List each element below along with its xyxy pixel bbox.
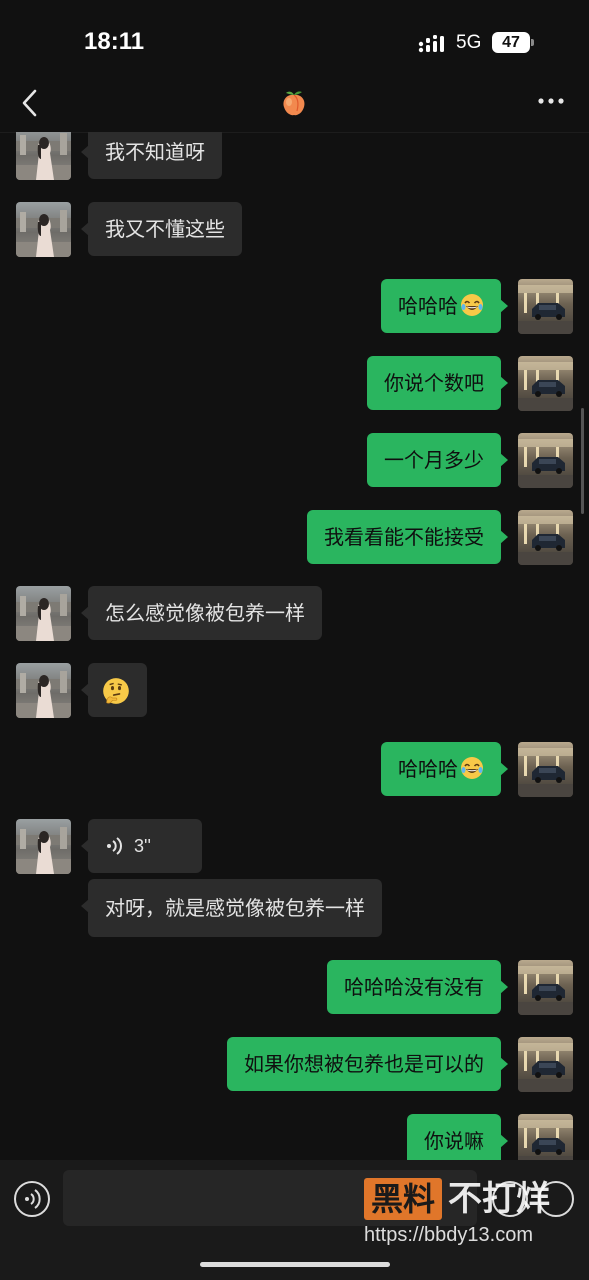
message-bubble[interactable]: 我看看能不能接受 bbox=[307, 510, 508, 564]
message-bubble[interactable]: 一个月多少 bbox=[367, 433, 508, 487]
message-text: 对呀，就是感觉像被包养一样 bbox=[105, 896, 365, 920]
message-bubble[interactable]: 你说嘛 bbox=[407, 1114, 508, 1160]
message-bubble[interactable]: 哈哈哈 bbox=[381, 742, 508, 796]
message-text: 哈哈哈 bbox=[398, 757, 458, 781]
voice-message[interactable]: 3'' bbox=[81, 819, 202, 873]
message-bubble[interactable]: 我不知道呀 bbox=[81, 132, 222, 179]
message-bubble[interactable]: 你说个数吧 bbox=[367, 356, 508, 410]
contact-avatar[interactable] bbox=[16, 202, 71, 257]
message-text: 我看看能不能接受 bbox=[324, 525, 484, 549]
message-text: 哈哈哈 bbox=[398, 294, 458, 318]
message-bubble[interactable]: 对呀，就是感觉像被包养一样 bbox=[81, 879, 382, 937]
my-avatar[interactable] bbox=[518, 1037, 573, 1092]
signal-icon bbox=[418, 35, 444, 53]
thinking-face-emoji-icon bbox=[103, 678, 129, 704]
message-text: 我又不懂这些 bbox=[105, 217, 225, 241]
my-avatar[interactable] bbox=[518, 279, 573, 334]
home-indicator bbox=[200, 1262, 390, 1267]
contact-avatar[interactable] bbox=[16, 132, 71, 180]
message-list[interactable]: 我不知道呀 我又不懂这些 哈哈哈 你说个数吧 一个月多少 我看看能不能接受 怎么… bbox=[0, 132, 589, 1160]
network-type: 5G bbox=[456, 32, 482, 53]
message-text: 你说个数吧 bbox=[384, 371, 484, 395]
message-bubble[interactable]: 我又不懂这些 bbox=[81, 202, 242, 256]
message-text: 如果你想被包养也是可以的 bbox=[244, 1052, 484, 1076]
message-bubble[interactable]: 如果你想被包养也是可以的 bbox=[227, 1037, 508, 1091]
voice-wave-icon bbox=[107, 837, 122, 855]
watermark-text: 不打烊 bbox=[448, 1179, 550, 1219]
tears-of-joy-emoji-icon bbox=[461, 294, 483, 316]
my-avatar[interactable] bbox=[518, 960, 573, 1015]
message-bubble[interactable] bbox=[81, 663, 147, 717]
more-dots-icon[interactable] bbox=[537, 96, 565, 106]
battery-level: 47 bbox=[492, 32, 530, 53]
voice-input-icon[interactable] bbox=[14, 1181, 50, 1217]
voice-duration: 3'' bbox=[134, 836, 151, 856]
message-bubble[interactable]: 哈哈哈 bbox=[381, 279, 508, 333]
contact-avatar[interactable] bbox=[16, 663, 71, 718]
chat-header bbox=[0, 80, 589, 133]
message-text: 我不知道呀 bbox=[105, 140, 205, 164]
my-avatar[interactable] bbox=[518, 433, 573, 488]
tears-of-joy-emoji-icon bbox=[461, 757, 483, 779]
message-text: 怎么感觉像被包养一样 bbox=[105, 601, 305, 625]
peach-emoji-icon bbox=[283, 91, 305, 116]
scrollbar[interactable] bbox=[581, 408, 584, 514]
status-bar: 18:11 5G 47 bbox=[0, 0, 589, 80]
status-time: 18:11 bbox=[84, 28, 145, 55]
contact-avatar[interactable] bbox=[16, 819, 71, 874]
message-text: 哈哈哈没有没有 bbox=[344, 975, 484, 999]
message-bubble[interactable]: 怎么感觉像被包养一样 bbox=[81, 586, 322, 640]
contact-avatar[interactable] bbox=[16, 586, 71, 641]
watermark-logo: 黑料 bbox=[364, 1178, 442, 1220]
my-avatar[interactable] bbox=[518, 1114, 573, 1160]
message-bubble[interactable]: 哈哈哈没有没有 bbox=[327, 960, 508, 1014]
message-text: 一个月多少 bbox=[384, 448, 484, 472]
my-avatar[interactable] bbox=[518, 510, 573, 565]
watermark-url: https://bbdy13.com bbox=[364, 1224, 533, 1246]
my-avatar[interactable] bbox=[518, 356, 573, 411]
battery-tip bbox=[531, 39, 534, 46]
message-text: 你说嘛 bbox=[424, 1129, 484, 1153]
chevron-left-icon[interactable] bbox=[18, 88, 42, 118]
my-avatar[interactable] bbox=[518, 742, 573, 797]
